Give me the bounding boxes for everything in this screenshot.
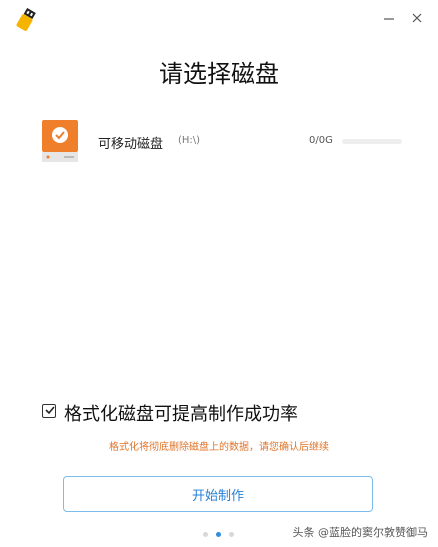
close-icon[interactable] <box>409 10 425 26</box>
minimize-icon[interactable] <box>381 10 397 26</box>
format-checkbox-label: 格式化磁盘可提高制作成功率 <box>64 404 298 425</box>
disk-usage-bar <box>342 139 402 144</box>
page-dot-3[interactable] <box>229 532 234 537</box>
disk-capacity: 0/0G <box>309 135 333 146</box>
page-indicator <box>203 532 235 538</box>
checkmark-icon <box>45 406 55 415</box>
start-button[interactable]: 开始制作 <box>63 476 373 512</box>
format-checkbox[interactable] <box>42 404 56 418</box>
usb-drive-icon <box>16 8 36 31</box>
page-title: 请选择磁盘 <box>159 60 279 88</box>
disk-item[interactable]: 可移动磁盘 (H:\) 0/0G <box>42 120 410 166</box>
disk-name: 可移动磁盘 <box>98 137 164 152</box>
format-warning-text: 格式化将彻底删除磁盘上的数据，请您确认后继续 <box>109 442 329 453</box>
check-disk-icon <box>42 120 78 162</box>
watermark-text: 头条 @蓝脸的窦尔敦赞御马 <box>292 526 429 539</box>
page-dot-1[interactable] <box>203 532 208 537</box>
disk-letter: (H:\) <box>178 135 201 146</box>
page-dot-2[interactable] <box>216 532 221 537</box>
